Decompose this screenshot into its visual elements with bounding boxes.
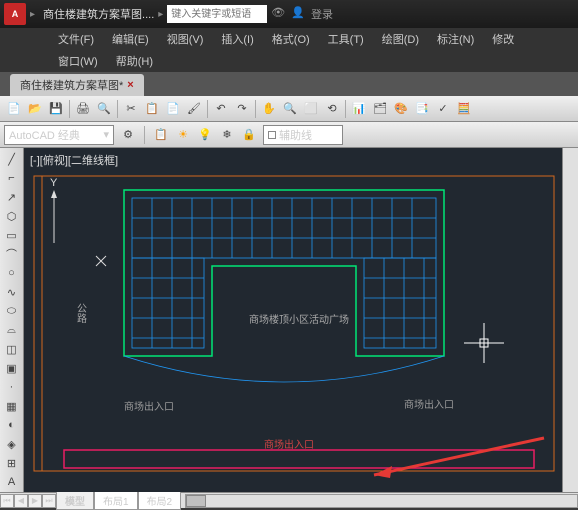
- menu-view[interactable]: 视图(V): [159, 29, 212, 49]
- tab-prev-icon[interactable]: ◀: [14, 494, 28, 508]
- ray-icon[interactable]: ↗: [2, 188, 22, 206]
- tab-layout1[interactable]: 布局1: [94, 491, 138, 510]
- copy-icon[interactable]: 📋: [142, 99, 162, 119]
- polyline-icon[interactable]: ⌐: [2, 169, 22, 187]
- menu-insert[interactable]: 插入(I): [213, 29, 261, 49]
- redo-icon[interactable]: ↷: [232, 99, 252, 119]
- calc-icon[interactable]: 🧮: [454, 99, 474, 119]
- horizontal-scrollbar[interactable]: [185, 494, 578, 508]
- point-icon[interactable]: ·: [2, 378, 22, 396]
- qat-arrow-icon[interactable]: ▸: [30, 9, 35, 20]
- workspace-label: AutoCAD 经典: [9, 127, 80, 143]
- menu-draw[interactable]: 绘图(D): [374, 29, 427, 49]
- standard-toolbar: 📄 📂 💾 🖨 🔍 ✂ 📋 📄 🖌 ↶ ↷ ✋ 🔍 ⬜ ⟲ 📊 🗂 🎨 📑 ✓ …: [0, 96, 578, 122]
- tab-next-icon[interactable]: ▶: [28, 494, 42, 508]
- title-dropdown-icon[interactable]: ▸: [158, 9, 163, 20]
- layer-manager-icon[interactable]: 📋: [151, 125, 171, 145]
- line-icon[interactable]: ╱: [2, 150, 22, 168]
- canvas-exit-right: 商场出入口: [404, 398, 454, 411]
- table-icon[interactable]: ⊞: [2, 454, 22, 472]
- toolpalette-icon[interactable]: 🎨: [391, 99, 411, 119]
- canvas-exit-bottom: 商场出入口: [264, 438, 314, 451]
- tab-close-icon[interactable]: ×: [127, 79, 133, 91]
- lock-icon[interactable]: 🔒: [239, 125, 259, 145]
- undo-icon[interactable]: ↶: [211, 99, 231, 119]
- layer-color-swatch: [268, 131, 276, 139]
- preview-icon[interactable]: 🔍: [94, 99, 114, 119]
- layer-name: 辅助线: [279, 127, 312, 143]
- spline-icon[interactable]: ∿: [2, 283, 22, 301]
- tab-layout2[interactable]: 布局2: [138, 491, 182, 510]
- workspace-select[interactable]: AutoCAD 经典 ▾: [4, 125, 114, 145]
- region-icon[interactable]: ◈: [2, 435, 22, 453]
- menu-edit[interactable]: 编辑(E): [104, 29, 157, 49]
- menu-format[interactable]: 格式(O): [264, 29, 318, 49]
- search-input[interactable]: [167, 5, 267, 23]
- sheet-icon[interactable]: 📑: [412, 99, 432, 119]
- sun-icon[interactable]: ☀: [173, 125, 193, 145]
- pan-icon[interactable]: ✋: [259, 99, 279, 119]
- login-link[interactable]: 登录: [311, 6, 333, 22]
- drawing-canvas[interactable]: [-][俯视][二维线框] Y: [24, 148, 562, 492]
- draw-toolbar: ╱ ⌐ ↗ ⬡ ▭ ⌒ ○ ∿ ⬭ ⌓ ◫ ▣ · ▦ ◐ ◈ ⊞ A: [0, 148, 24, 492]
- binoculars-icon[interactable]: 👁: [271, 6, 285, 22]
- vertical-scrollbar[interactable]: [562, 148, 578, 492]
- arc-icon[interactable]: ⌒: [2, 245, 22, 263]
- svg-text:Y: Y: [50, 177, 58, 189]
- menu-help[interactable]: 帮助(H): [108, 51, 161, 71]
- open-icon[interactable]: 📂: [25, 99, 45, 119]
- document-tab[interactable]: 商住楼建筑方案草图* ×: [10, 74, 144, 96]
- menu-modify[interactable]: 修改: [484, 29, 522, 49]
- circle-icon[interactable]: ○: [2, 264, 22, 282]
- menu-dimension[interactable]: 标注(N): [429, 29, 482, 49]
- dropdown-icon: ▾: [103, 128, 109, 141]
- rectangle-icon[interactable]: ▭: [2, 226, 22, 244]
- zoom-prev-icon[interactable]: ⟲: [322, 99, 342, 119]
- paste-icon[interactable]: 📄: [163, 99, 183, 119]
- new-icon[interactable]: 📄: [4, 99, 24, 119]
- make-block-icon[interactable]: ▣: [2, 359, 22, 377]
- app-logo: A: [4, 3, 26, 25]
- tab-last-icon[interactable]: ⏭: [42, 494, 56, 508]
- menu-tools[interactable]: 工具(T): [320, 29, 372, 49]
- insert-block-icon[interactable]: ◫: [2, 340, 22, 358]
- ellipse-icon[interactable]: ⬭: [2, 302, 22, 320]
- properties-icon[interactable]: 📊: [349, 99, 369, 119]
- scroll-thumb[interactable]: [186, 495, 206, 507]
- user-icon[interactable]: 👤: [291, 6, 305, 22]
- tab-first-icon[interactable]: ⏮: [0, 494, 14, 508]
- ellipse-arc-icon[interactable]: ⌓: [2, 321, 22, 339]
- polygon-icon[interactable]: ⬡: [2, 207, 22, 225]
- bulb-icon[interactable]: 💡: [195, 125, 215, 145]
- gradient-icon[interactable]: ◐: [2, 416, 22, 434]
- menu-file[interactable]: 文件(F): [50, 29, 102, 49]
- zoom-window-icon[interactable]: ⬜: [301, 99, 321, 119]
- zoom-icon[interactable]: 🔍: [280, 99, 300, 119]
- match-icon[interactable]: 🖌: [184, 99, 204, 119]
- canvas-road-text: 公路: [75, 303, 87, 324]
- document-title: 商住楼建筑方案草图....: [43, 6, 154, 22]
- hatch-icon[interactable]: ▦: [2, 397, 22, 415]
- layer-select[interactable]: 辅助线: [263, 125, 343, 145]
- markup-icon[interactable]: ✓: [433, 99, 453, 119]
- freeze-icon[interactable]: ❄: [217, 125, 237, 145]
- text-icon[interactable]: A: [2, 473, 22, 491]
- cut-icon[interactable]: ✂: [121, 99, 141, 119]
- document-tab-label: 商住楼建筑方案草图*: [20, 77, 123, 93]
- canvas-exit-left: 商场出入口: [124, 400, 174, 413]
- canvas-center-text: 商场楼顶小区活动广场: [249, 313, 349, 326]
- tab-model[interactable]: 模型: [56, 491, 94, 510]
- menu-window[interactable]: 窗口(W): [50, 51, 106, 71]
- workspace-settings-icon[interactable]: ⚙: [118, 125, 138, 145]
- save-icon[interactable]: 💾: [46, 99, 66, 119]
- designcenter-icon[interactable]: 🗂: [370, 99, 390, 119]
- print-icon[interactable]: 🖨: [73, 99, 93, 119]
